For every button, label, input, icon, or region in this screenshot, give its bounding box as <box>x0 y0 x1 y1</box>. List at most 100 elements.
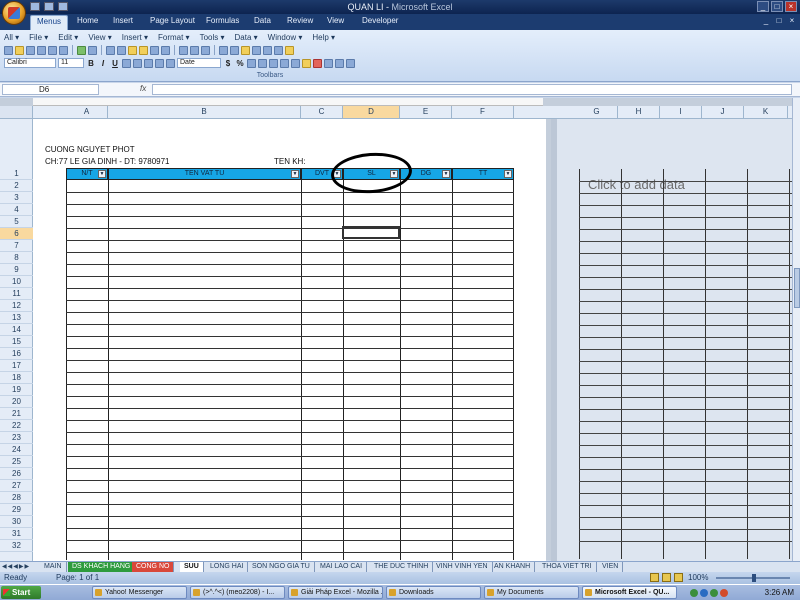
row-header[interactable]: 23 <box>0 432 33 444</box>
paste-icon[interactable] <box>128 45 137 55</box>
menu-help[interactable]: Help ▾ <box>312 33 335 42</box>
function-icon[interactable] <box>201 45 210 55</box>
row-header[interactable]: 30 <box>0 516 33 528</box>
filter-dropdown-icon[interactable]: ▼ <box>504 170 512 178</box>
workbook-close-button[interactable]: × <box>787 16 797 26</box>
comma-style-icon[interactable] <box>247 58 256 68</box>
row-header[interactable]: 1 <box>0 168 33 180</box>
format-painter-icon[interactable] <box>139 45 148 55</box>
help-icon[interactable] <box>346 58 355 68</box>
column-header-c[interactable]: C <box>301 106 343 118</box>
menu-edit[interactable]: Edit ▾ <box>58 33 78 42</box>
row-header[interactable]: 15 <box>0 336 33 348</box>
vertical-scrollbar[interactable] <box>792 98 800 568</box>
row-header[interactable]: 8 <box>0 252 33 264</box>
row-header[interactable]: 22 <box>0 420 33 432</box>
text-box-icon[interactable] <box>274 45 283 55</box>
row-header[interactable]: 3 <box>0 192 33 204</box>
row-header[interactable]: 27 <box>0 480 33 492</box>
wrap-text-icon[interactable] <box>166 58 175 68</box>
filter-dropdown-icon[interactable]: ▼ <box>442 170 450 178</box>
minimize-button[interactable]: _ <box>757 1 769 12</box>
sheet-tab-an-khanh[interactable]: AN KHANH <box>490 562 536 572</box>
chart-icon[interactable] <box>252 45 261 55</box>
row-header[interactable]: 14 <box>0 324 33 336</box>
restore-button[interactable]: □ <box>771 1 783 12</box>
row-header[interactable]: 21 <box>0 408 33 420</box>
sheet-tab-vinh-vinh-yen[interactable]: VINH VINH YEN <box>432 562 493 572</box>
research-icon[interactable] <box>88 45 97 55</box>
tray-app-icon[interactable] <box>710 588 718 597</box>
bold-button[interactable]: B <box>86 59 96 68</box>
row-header[interactable]: 4 <box>0 204 33 216</box>
column-header-h[interactable]: H <box>618 106 660 118</box>
increase-decimal-icon[interactable] <box>258 58 267 68</box>
filter-dropdown-icon[interactable]: ▼ <box>291 170 299 178</box>
menu-data[interactable]: Data ▾ <box>235 33 258 42</box>
tab-home[interactable]: Home <box>77 16 98 25</box>
row-header[interactable]: 6 <box>0 228 33 240</box>
column-header-j[interactable]: J <box>702 106 744 118</box>
row-header[interactable]: 24 <box>0 444 33 456</box>
row-header[interactable]: 12 <box>0 300 33 312</box>
comment-icon[interactable] <box>285 45 294 55</box>
row-header[interactable]: 2 <box>0 180 33 192</box>
row-header[interactable]: 11 <box>0 288 33 300</box>
task-firefox[interactable]: Giải Pháp Excel - Mozilla ... <box>288 586 383 599</box>
indent-icon[interactable] <box>280 58 289 68</box>
copy-icon[interactable] <box>117 45 126 55</box>
select-all-corner[interactable] <box>0 106 33 118</box>
tab-formulas[interactable]: Formulas <box>206 16 239 25</box>
task-yahoo-messenger[interactable]: Yahoo! Messenger <box>92 586 187 599</box>
menu-format[interactable]: Format ▾ <box>158 33 190 42</box>
filter-icon[interactable] <box>241 45 250 55</box>
underline-button[interactable]: U <box>110 59 120 68</box>
row-header[interactable]: 19 <box>0 384 33 396</box>
align-right-icon[interactable] <box>144 58 153 68</box>
task-downloads[interactable]: Downloads <box>386 586 481 599</box>
menu-insert[interactable]: Insert ▾ <box>122 33 148 42</box>
sheet-tab-main[interactable]: MAIN <box>40 562 67 572</box>
workbook-minimize-button[interactable]: _ <box>761 16 771 26</box>
row-header[interactable]: 16 <box>0 348 33 360</box>
scrollbar-thumb[interactable] <box>794 268 800 308</box>
italic-button[interactable]: I <box>98 59 108 68</box>
sheet-tab-cong-no[interactable]: CONG NO <box>132 562 175 572</box>
row-header[interactable]: 32 <box>0 540 33 552</box>
task-chat-window[interactable]: (>^.^<) (meo2208) - I... <box>190 586 285 599</box>
row-header[interactable]: 26 <box>0 468 33 480</box>
active-cell-d6[interactable] <box>342 226 400 239</box>
row-header[interactable]: 5 <box>0 216 33 228</box>
row-header[interactable]: 17 <box>0 360 33 372</box>
undo-icon[interactable] <box>150 45 159 55</box>
tab-page-layout[interactable]: Page Layout <box>150 16 195 25</box>
percent-button[interactable]: % <box>235 59 245 68</box>
task-my-documents[interactable]: My Documents <box>484 586 579 599</box>
font-size-select[interactable]: 11 <box>58 58 84 68</box>
row-header[interactable]: 31 <box>0 528 33 540</box>
row-header[interactable]: 29 <box>0 504 33 516</box>
sheet-tab-long-hai[interactable]: LONG HAI <box>206 562 249 572</box>
row-header[interactable]: 10 <box>0 276 33 288</box>
start-button[interactable]: Start <box>1 586 41 599</box>
sheet-tab-the-duc-thinh[interactable]: THE DUC THINH <box>370 562 434 572</box>
close-button[interactable]: × <box>785 1 797 12</box>
formula-input[interactable] <box>152 84 792 95</box>
tray-app-icon[interactable] <box>690 588 698 597</box>
print-icon[interactable] <box>48 45 57 55</box>
table-header-cell[interactable]: TT ▼ <box>452 168 514 180</box>
task-microsoft-excel[interactable]: Microsoft Excel - QU... <box>582 586 677 599</box>
column-header-f[interactable]: F <box>452 106 514 118</box>
align-center-icon[interactable] <box>133 58 142 68</box>
sheet-nav-arrows-icon[interactable]: ◀◀◀▶▶ <box>2 563 30 570</box>
sheet-tab-ds-khach-hang[interactable]: DS KHACH HANG <box>68 562 136 572</box>
table-header-cell[interactable]: N/T ▼ <box>66 168 108 180</box>
normal-view-icon[interactable] <box>650 573 659 582</box>
decrease-decimal-icon[interactable] <box>269 58 278 68</box>
menu-file[interactable]: File ▾ <box>29 33 48 42</box>
table-header-cell[interactable]: TEN VAT TU ▼ <box>108 168 301 180</box>
tab-data[interactable]: Data <box>254 16 271 25</box>
sheet-tab-mai-lao-cai[interactable]: MAI LAO CAI <box>316 562 368 572</box>
find-icon[interactable] <box>335 58 344 68</box>
row-header[interactable]: 20 <box>0 396 33 408</box>
